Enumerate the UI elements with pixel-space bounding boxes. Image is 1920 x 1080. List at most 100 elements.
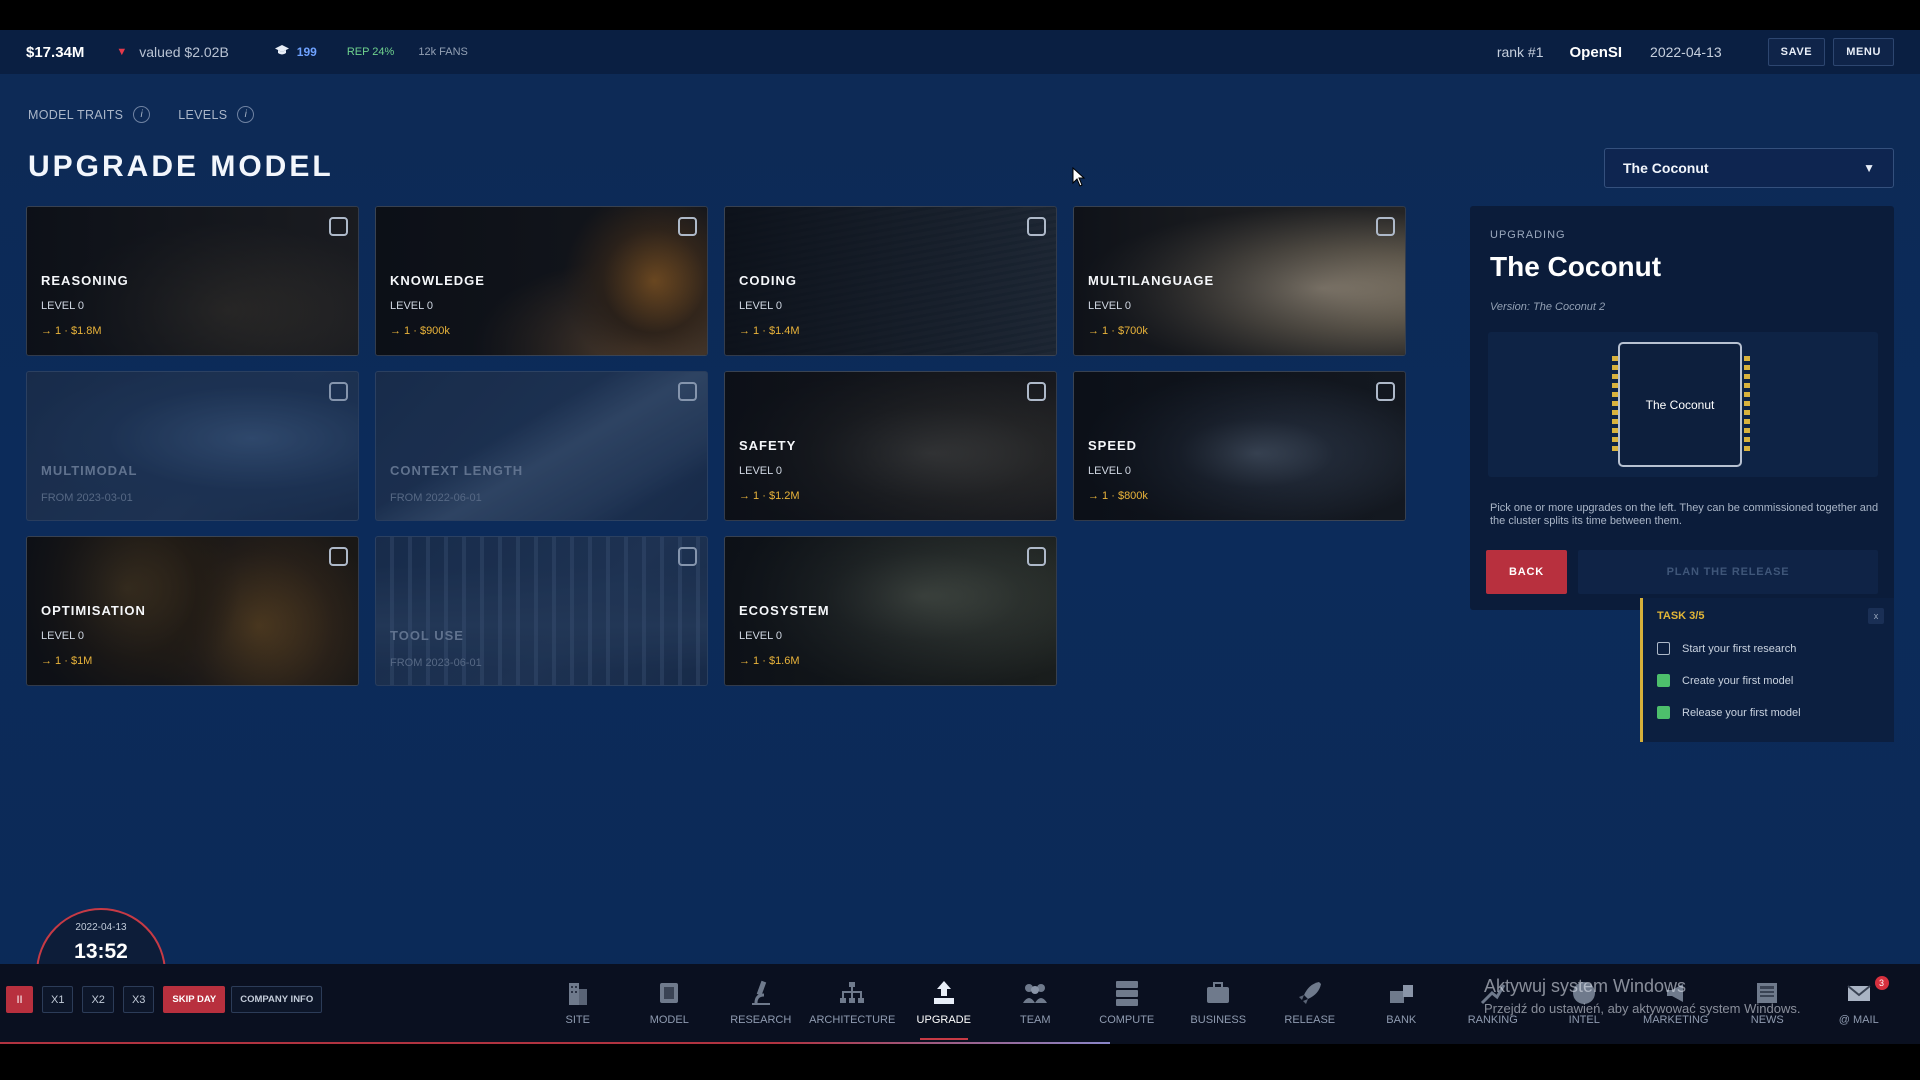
page-title: UPGRADE MODEL bbox=[28, 150, 334, 183]
upgrade-card-speed[interactable]: SPEED LEVEL 0 → 1 · $800k bbox=[1073, 371, 1406, 521]
card-title: KNOWLEDGE bbox=[390, 273, 485, 288]
menu-button[interactable]: MENU bbox=[1833, 38, 1894, 66]
model-traits-info-icon[interactable]: i bbox=[133, 106, 151, 123]
company-rank: rank #1 bbox=[1496, 44, 1544, 60]
card-upgrade-cost: → 1 · $1.6M bbox=[739, 655, 800, 667]
skip-day-button[interactable]: SKIP DAY bbox=[163, 986, 226, 1013]
task-checkbox bbox=[1657, 706, 1670, 719]
upgrade-card-reasoning[interactable]: REASONING LEVEL 0 → 1 · $1.8M bbox=[26, 206, 359, 356]
panel-model-name: The Coconut bbox=[1490, 251, 1662, 282]
game-date: 2022-04-13 bbox=[1650, 44, 1722, 60]
card-title: SAFETY bbox=[739, 438, 797, 453]
card-checkbox[interactable] bbox=[1027, 547, 1046, 566]
plan-release-button[interactable]: PLAN THE RELEASE bbox=[1578, 550, 1878, 594]
card-title: CODING bbox=[739, 273, 797, 288]
nav-release[interactable]: RELEASE bbox=[1264, 968, 1356, 1040]
speed-x2-button[interactable]: X2 bbox=[82, 986, 114, 1013]
card-title: REASONING bbox=[41, 273, 129, 288]
nav-compute[interactable]: COMPUTE bbox=[1081, 968, 1173, 1040]
tab-model-traits[interactable]: MODEL TRAITS bbox=[28, 108, 123, 122]
chip-icon bbox=[651, 978, 687, 1008]
card-level: LEVEL 0 bbox=[739, 630, 783, 642]
chip-label: The Coconut bbox=[1645, 397, 1715, 412]
mail-icon bbox=[1841, 978, 1877, 1008]
server-icon bbox=[1109, 978, 1145, 1008]
card-level: LEVEL 0 bbox=[41, 630, 85, 642]
nav-label: RESEARCH bbox=[730, 1014, 792, 1026]
upgrade-card-tool-use: TOOL USE FROM 2023-06-01 bbox=[375, 536, 708, 686]
company-info-button[interactable]: COMPANY INFO bbox=[231, 986, 323, 1013]
nav-bank[interactable]: BANK bbox=[1356, 968, 1448, 1040]
upgrade-card-multilanguage[interactable]: MULTILANGUAGE LEVEL 0 → 1 · $700k bbox=[1073, 206, 1406, 356]
card-title: TOOL USE bbox=[390, 628, 464, 643]
task-progress-title: TASK 3/5 bbox=[1657, 610, 1705, 622]
card-upgrade-cost: → 1 · $1.4M bbox=[739, 325, 800, 337]
save-button[interactable]: SAVE bbox=[1767, 38, 1826, 66]
reputation-stat: REP 24% bbox=[346, 46, 395, 58]
windows-activation-watermark: Aktywuj system Windows Przejdź do ustawi… bbox=[1484, 976, 1800, 1016]
pause-button[interactable]: II bbox=[6, 986, 33, 1013]
company-valuation: valued $2.02B bbox=[139, 44, 229, 60]
nav-label: MODEL bbox=[649, 1014, 689, 1026]
nav-label: UPGRADE bbox=[916, 1014, 971, 1026]
task-checkbox bbox=[1657, 674, 1670, 687]
card-checkbox[interactable] bbox=[1027, 217, 1046, 236]
speed-x3-button[interactable]: X3 bbox=[122, 986, 155, 1013]
nav-research[interactable]: RESEARCH bbox=[715, 968, 807, 1040]
rocket-icon bbox=[1292, 978, 1328, 1008]
card-title: CONTEXT LENGTH bbox=[390, 463, 524, 478]
upgrade-icon bbox=[926, 978, 962, 1008]
nav-team[interactable]: TEAM bbox=[990, 968, 1082, 1040]
card-upgrade-cost: → 1 · $1M bbox=[41, 655, 93, 667]
task-label: Start your first research bbox=[1682, 642, 1797, 655]
nav-mail[interactable]: 3 @ MAIL bbox=[1813, 968, 1905, 1040]
upgrade-card-coding[interactable]: CODING LEVEL 0 → 1 · $1.4M bbox=[724, 206, 1057, 356]
panel-label: UPGRADING bbox=[1490, 229, 1566, 241]
card-checkbox bbox=[329, 382, 348, 401]
briefcase-icon bbox=[1200, 978, 1236, 1008]
card-checkbox[interactable] bbox=[1376, 382, 1395, 401]
task-item: Start your first research bbox=[1657, 642, 1796, 655]
nav-label: BANK bbox=[1386, 1014, 1417, 1026]
model-dropdown[interactable]: The Coconut ▼ bbox=[1604, 148, 1894, 188]
upgrade-card-safety[interactable]: SAFETY LEVEL 0 → 1 · $1.2M bbox=[724, 371, 1057, 521]
task-tracker: TASK 3/5 x Start your first research Cre… bbox=[1640, 598, 1894, 742]
card-checkbox[interactable] bbox=[678, 217, 697, 236]
levels-info-icon[interactable]: i bbox=[237, 106, 255, 123]
upgrade-card-optimisation[interactable]: OPTIMISATION LEVEL 0 → 1 · $1M bbox=[26, 536, 359, 686]
research-points: 199 bbox=[296, 45, 317, 59]
card-checkbox bbox=[678, 547, 697, 566]
nav-site[interactable]: SITE bbox=[532, 968, 624, 1040]
microscope-icon bbox=[743, 978, 779, 1008]
card-checkbox[interactable] bbox=[329, 547, 348, 566]
upgrade-card-knowledge[interactable]: KNOWLEDGE LEVEL 0 → 1 · $900k bbox=[375, 206, 708, 356]
card-title: OPTIMISATION bbox=[41, 603, 146, 618]
back-button[interactable]: BACK bbox=[1486, 550, 1567, 594]
nav-label: @ MAIL bbox=[1838, 1014, 1879, 1026]
task-label: Create your first model bbox=[1682, 674, 1794, 687]
upgrade-subnav: MODEL TRAITS i LEVELS i bbox=[28, 106, 282, 123]
close-icon[interactable]: x bbox=[1868, 608, 1884, 624]
card-checkbox[interactable] bbox=[1376, 217, 1395, 236]
chip-preview: The Coconut bbox=[1488, 332, 1878, 477]
upgrade-card-ecosystem[interactable]: ECOSYSTEM LEVEL 0 → 1 · $1.6M bbox=[724, 536, 1057, 686]
nav-label: RELEASE bbox=[1284, 1014, 1336, 1026]
tab-levels[interactable]: LEVELS bbox=[178, 108, 227, 122]
nav-upgrade[interactable]: UPGRADE bbox=[898, 968, 990, 1040]
graduation-cap-icon bbox=[274, 45, 289, 59]
nav-business[interactable]: BUSINESS bbox=[1173, 968, 1265, 1040]
nav-model[interactable]: MODEL bbox=[624, 968, 716, 1040]
building-icon bbox=[560, 978, 596, 1008]
speed-x1-button[interactable]: X1 bbox=[42, 986, 74, 1013]
clock-date: 2022-04-13 bbox=[75, 922, 127, 933]
card-upgrade-cost: → 1 · $900k bbox=[390, 325, 450, 337]
nav-label: SITE bbox=[565, 1014, 590, 1026]
card-title: MULTILANGUAGE bbox=[1088, 273, 1215, 288]
card-checkbox[interactable] bbox=[1027, 382, 1046, 401]
card-checkbox[interactable] bbox=[329, 217, 348, 236]
trend-down-icon: ▼ bbox=[116, 46, 128, 58]
nav-architecture[interactable]: ARCHITECTURE bbox=[807, 968, 899, 1040]
upgrade-card-multimodal: MULTIMODAL FROM 2023-03-01 bbox=[26, 371, 359, 521]
company-name: OpenSI bbox=[1569, 43, 1623, 61]
card-available-from: FROM 2022-06-01 bbox=[390, 492, 482, 504]
